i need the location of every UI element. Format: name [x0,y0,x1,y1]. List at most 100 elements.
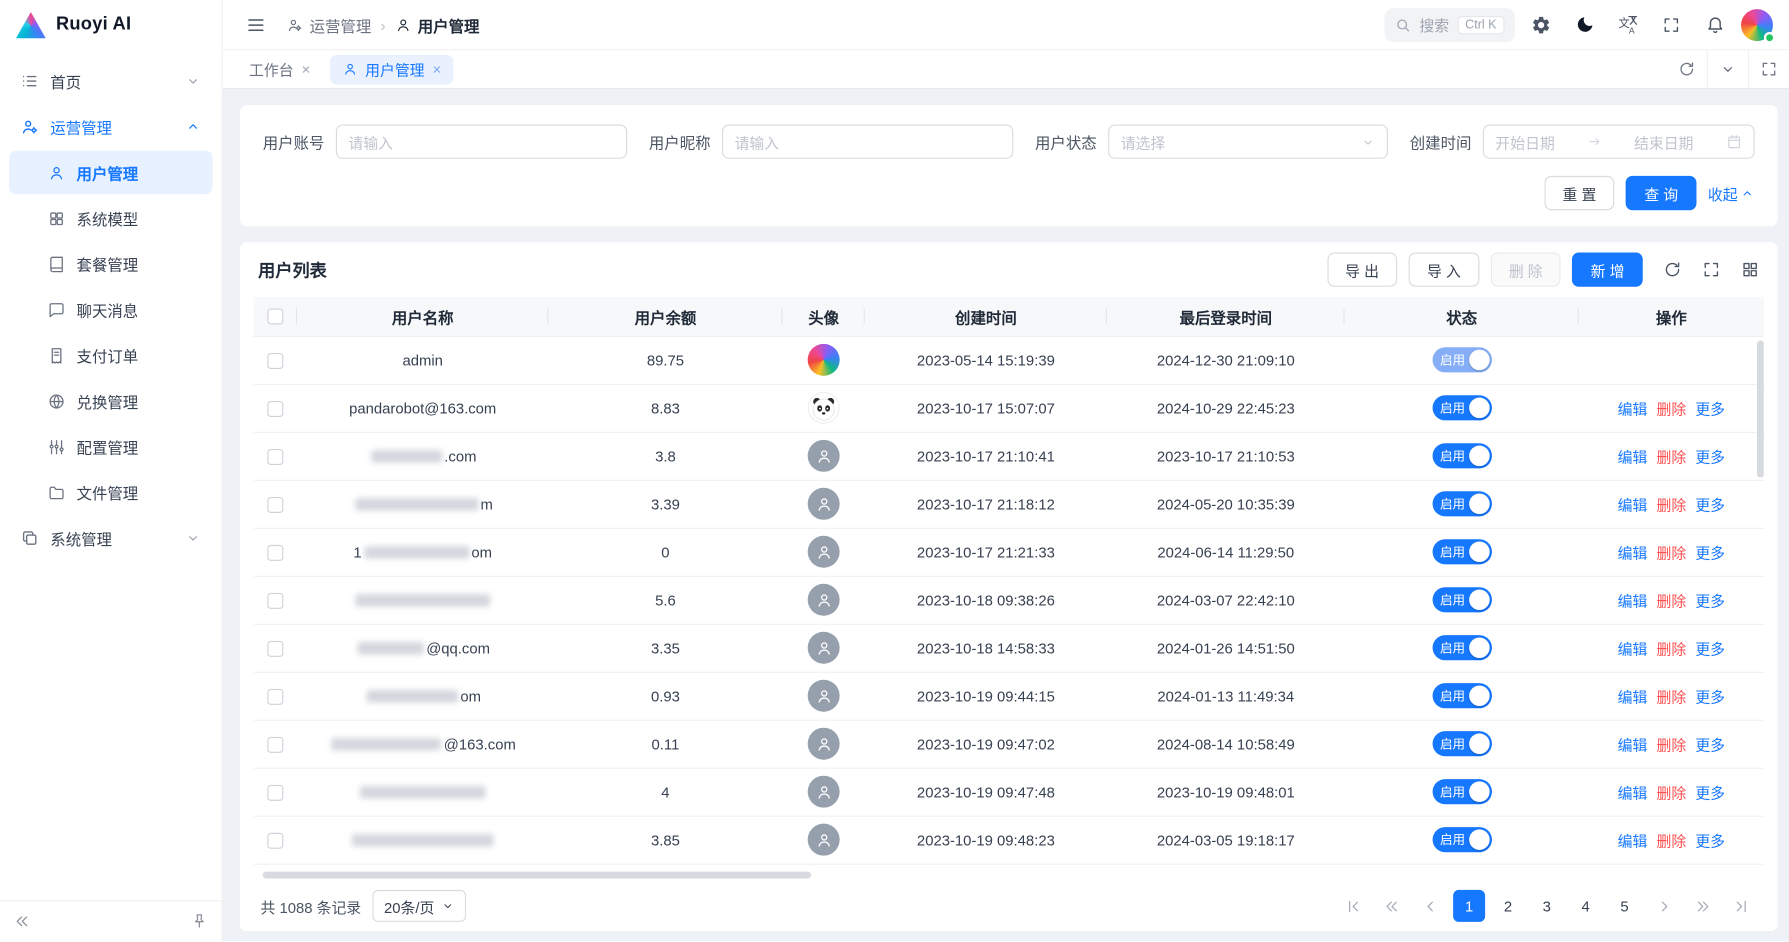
more-link[interactable]: 更多 [1695,544,1725,561]
add-button[interactable]: 新 增 [1572,252,1642,286]
sidebar-item-pay-order[interactable]: 支付订单 [9,334,212,377]
pin-sidebar-icon[interactable] [191,913,208,930]
column-header-2[interactable]: 用户余额 [548,297,782,336]
sidebar-item-home[interactable]: 首页 [9,59,212,102]
hamburger-icon[interactable] [239,7,273,41]
settings-icon[interactable] [1524,7,1558,41]
prev-page-button[interactable] [1414,890,1446,922]
row-checkbox[interactable] [267,593,283,609]
refresh-page-icon[interactable] [1666,50,1707,88]
status-toggle[interactable]: 启用 [1432,347,1491,372]
edit-link[interactable]: 编辑 [1618,688,1648,705]
delete-link[interactable]: 删除 [1656,784,1686,801]
collapse-sidebar-button[interactable] [14,913,31,930]
user-avatar[interactable] [1741,9,1773,41]
delete-link[interactable]: 删除 [1656,400,1686,417]
import-button[interactable]: 导 入 [1409,252,1479,286]
edit-link[interactable]: 编辑 [1618,592,1648,609]
column-header-3[interactable]: 头像 [783,297,865,336]
status-toggle[interactable]: 启用 [1432,395,1491,420]
fullscreen-table-icon[interactable] [1702,260,1720,278]
sidebar-item-chat-message[interactable]: 聊天消息 [9,288,212,331]
page-2-button[interactable]: 2 [1492,890,1524,922]
column-header-4[interactable]: 创建时间 [865,297,1107,336]
row-checkbox[interactable] [267,689,283,705]
page-size-select[interactable]: 20条/页 [373,890,467,922]
edit-link[interactable]: 编辑 [1618,640,1648,657]
edit-link[interactable]: 编辑 [1618,448,1648,465]
column-header-5[interactable]: 最后登录时间 [1107,297,1345,336]
delete-link[interactable]: 删除 [1656,736,1686,753]
row-checkbox[interactable] [267,545,283,561]
prev-group-button[interactable] [1375,890,1407,922]
sidebar-item-system-model[interactable]: 系统模型 [9,196,212,239]
next-group-button[interactable] [1686,890,1718,922]
edit-link[interactable]: 编辑 [1618,400,1648,417]
dark-mode-icon[interactable] [1567,7,1601,41]
account-input[interactable]: 请输入 [336,125,627,159]
sidebar-item-config-mgmt[interactable]: 配置管理 [9,425,212,468]
row-checkbox[interactable] [267,353,283,369]
sidebar-item-user-mgmt[interactable]: 用户管理 [9,151,212,194]
delete-link[interactable]: 删除 [1656,688,1686,705]
status-toggle[interactable]: 启用 [1432,635,1491,660]
last-page-button[interactable] [1725,890,1757,922]
language-icon[interactable]: 文A [1611,7,1645,41]
create-time-range-picker[interactable]: 开始日期结束日期 [1483,125,1755,159]
delete-link[interactable]: 删除 [1656,496,1686,513]
horizontal-scrollbar[interactable] [263,872,811,879]
sidebar-item-exchange-mgmt[interactable]: 兑换管理 [9,379,212,422]
app-logo[interactable]: Ruoyi AI [0,0,222,50]
status-toggle[interactable]: 启用 [1432,443,1491,468]
next-page-button[interactable] [1647,890,1679,922]
edit-link[interactable]: 编辑 [1618,784,1648,801]
edit-link[interactable]: 编辑 [1618,736,1648,753]
page-4-button[interactable]: 4 [1570,890,1602,922]
edit-link[interactable]: 编辑 [1618,496,1648,513]
collapse-filter-link[interactable]: 收起 [1708,182,1755,204]
delete-link[interactable]: 删除 [1656,544,1686,561]
close-tab-icon[interactable]: × [302,62,311,77]
row-checkbox[interactable] [267,497,283,513]
page-3-button[interactable]: 3 [1531,890,1563,922]
column-settings-icon[interactable] [1741,260,1759,278]
delete-link[interactable]: 删除 [1656,832,1686,849]
close-tab-icon[interactable]: × [433,62,442,77]
edit-link[interactable]: 编辑 [1618,832,1648,849]
column-header-6[interactable]: 状态 [1345,297,1579,336]
notifications-icon[interactable] [1698,7,1732,41]
more-link[interactable]: 更多 [1695,496,1725,513]
vertical-scrollbar[interactable] [1757,340,1764,477]
more-link[interactable]: 更多 [1695,448,1725,465]
row-checkbox[interactable] [267,737,283,753]
sidebar-item-system-mgmt[interactable]: 系统管理 [9,516,212,559]
delete-link[interactable]: 删除 [1656,640,1686,657]
sidebar-item-file-mgmt[interactable]: 文件管理 [9,471,212,514]
row-checkbox[interactable] [267,641,283,657]
status-toggle[interactable]: 启用 [1432,587,1491,612]
status-select[interactable]: 请选择 [1108,125,1388,159]
more-link[interactable]: 更多 [1695,640,1725,657]
status-toggle[interactable]: 启用 [1432,491,1491,516]
status-toggle[interactable]: 启用 [1432,683,1491,708]
delete-link[interactable]: 删除 [1656,592,1686,609]
more-link[interactable]: 更多 [1695,592,1725,609]
reset-button[interactable]: 重 置 [1544,176,1614,210]
delete-button[interactable]: 删 除 [1491,252,1561,286]
status-toggle[interactable]: 启用 [1432,779,1491,804]
maximize-content-icon[interactable] [1748,50,1789,88]
row-checkbox[interactable] [267,401,283,417]
page-1-button[interactable]: 1 [1453,890,1485,922]
edit-link[interactable]: 编辑 [1618,544,1648,561]
column-header-7[interactable]: 操作 [1579,297,1764,336]
delete-link[interactable]: 删除 [1656,448,1686,465]
row-checkbox[interactable] [267,785,283,801]
fullscreen-icon[interactable] [1654,7,1688,41]
breadcrumb-item-operations[interactable]: 运营管理 [287,13,372,36]
tab-user-mgmt[interactable]: 用户管理× [330,54,454,84]
select-all-checkbox[interactable] [267,309,283,325]
search-button[interactable]: 查 询 [1626,176,1696,210]
more-link[interactable]: 更多 [1695,784,1725,801]
status-toggle[interactable]: 启用 [1432,731,1491,756]
more-link[interactable]: 更多 [1695,832,1725,849]
